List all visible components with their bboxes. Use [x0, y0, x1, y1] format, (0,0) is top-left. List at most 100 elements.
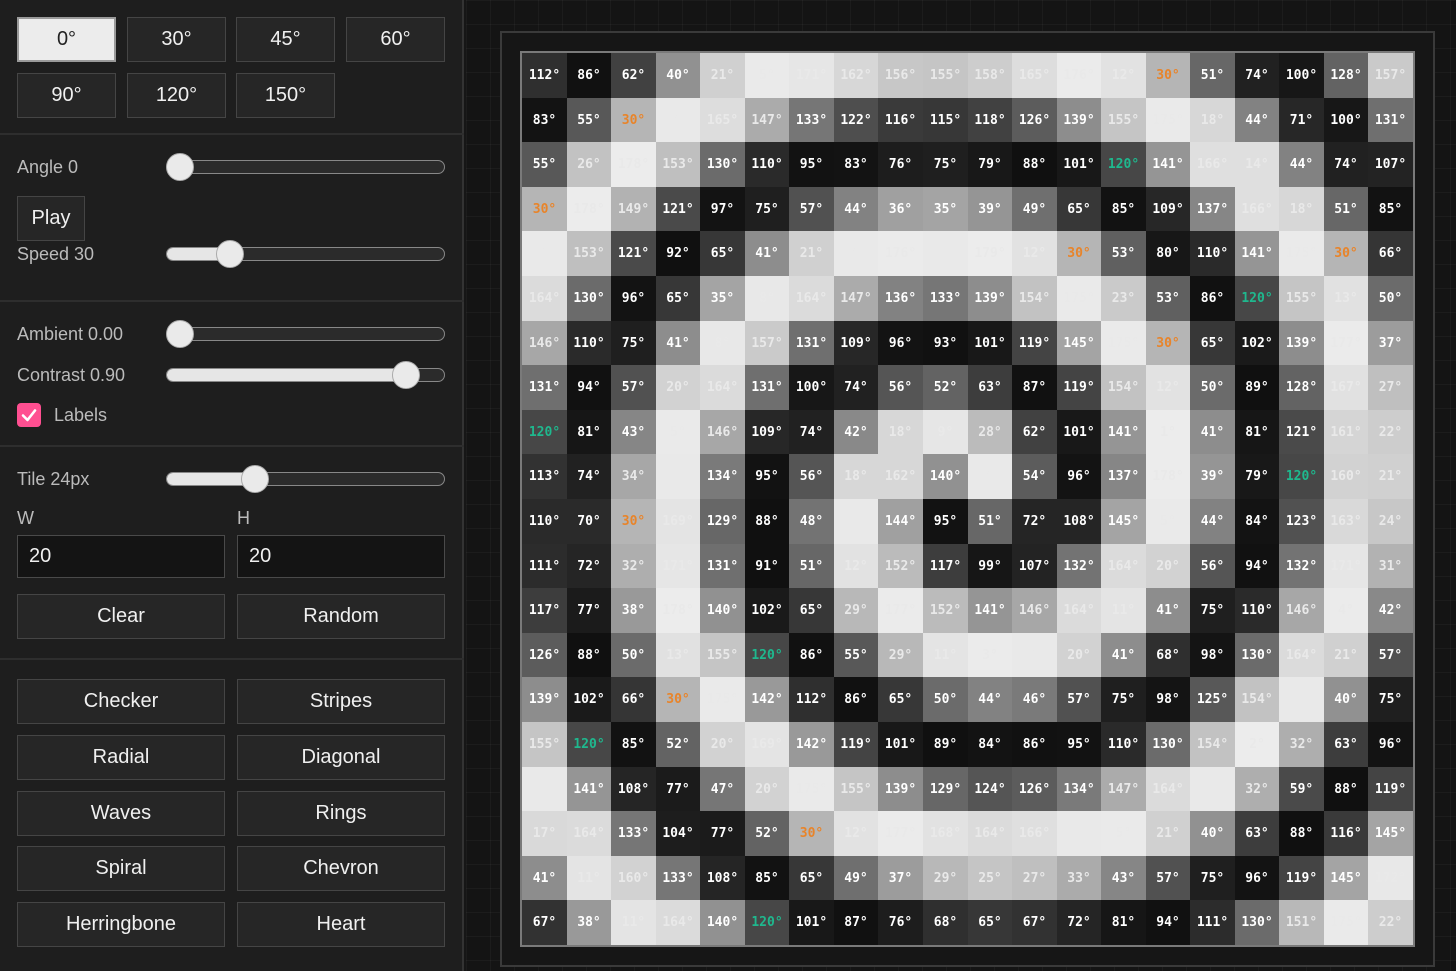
tile-cell[interactable]: 121° — [656, 187, 700, 231]
tile-cell[interactable]: 141° — [1235, 231, 1279, 276]
tile-cell[interactable]: 141° — [567, 767, 611, 811]
tile-cell[interactable]: 51° — [789, 544, 834, 588]
tile-cell[interactable]: 157° — [1368, 53, 1413, 98]
tile-cell[interactable]: 50° — [1190, 365, 1235, 410]
tile-cell[interactable]: 98° — [1146, 677, 1190, 722]
tile-cell[interactable]: 51° — [1324, 187, 1368, 231]
tile-cell[interactable]: 134° — [700, 454, 745, 499]
tile-cell[interactable]: 177° — [1324, 321, 1368, 365]
ambient-slider-track[interactable] — [166, 327, 445, 341]
tile-cell[interactable]: 63° — [1235, 811, 1279, 856]
tile-cell[interactable]: 18° — [834, 454, 878, 499]
tile-cell[interactable]: 122° — [834, 98, 878, 142]
tile-cell[interactable]: 7° — [1279, 677, 1324, 722]
tile-cell[interactable]: 88° — [1012, 142, 1057, 187]
tile-cell[interactable]: 18° — [1279, 187, 1324, 231]
tile-cell[interactable]: 166° — [1190, 142, 1235, 187]
tile-cell[interactable]: 120° — [745, 900, 789, 945]
tile-cell[interactable]: 165° — [1012, 53, 1057, 98]
tile-cell[interactable]: 12° — [1012, 231, 1057, 276]
tile-cell[interactable]: 65° — [1057, 187, 1101, 231]
tile-cell[interactable]: 119° — [1368, 767, 1413, 811]
tile-cell[interactable]: 101° — [878, 722, 923, 767]
tile-cell[interactable]: 168° — [923, 811, 968, 856]
tile-cell[interactable]: 109° — [834, 321, 878, 365]
tile-cell[interactable]: 75° — [1190, 588, 1235, 633]
tile-cell[interactable]: 96° — [611, 276, 656, 321]
tile-cell[interactable]: 133° — [923, 276, 968, 321]
tile-cell[interactable]: 84° — [968, 722, 1012, 767]
tile-cell[interactable]: 50° — [923, 677, 968, 722]
tile-cell[interactable]: 131° — [522, 365, 567, 410]
tile-cell[interactable]: 125° — [1190, 677, 1235, 722]
tile-cell[interactable]: 116° — [878, 98, 923, 142]
tile-cell[interactable]: 87° — [1012, 365, 1057, 410]
tile-cell[interactable]: 110° — [1190, 231, 1235, 276]
tile-cell[interactable]: 41° — [656, 321, 700, 365]
tile-cell[interactable]: 163° — [1324, 499, 1368, 544]
tile-cell[interactable]: 177° — [878, 588, 923, 633]
tile-cell[interactable]: 133° — [656, 856, 700, 900]
tile-cell[interactable]: 32° — [611, 544, 656, 588]
tile-cell[interactable]: 72° — [1057, 900, 1101, 945]
tile-cell[interactable]: 112° — [522, 53, 567, 98]
tile-cell[interactable]: 160° — [1324, 454, 1368, 499]
tile-cell[interactable]: 169° — [745, 722, 789, 767]
tile-cell[interactable]: 166° — [1235, 187, 1279, 231]
tile-cell[interactable]: 46° — [1012, 677, 1057, 722]
tile-cell[interactable]: 86° — [834, 677, 878, 722]
tile-cell[interactable]: 152° — [878, 544, 923, 588]
tile-cell[interactable]: 178° — [656, 588, 700, 633]
tile-cell[interactable]: 21° — [1368, 454, 1413, 499]
tile-cell[interactable]: 174° — [522, 767, 567, 811]
tile-cell[interactable]: 6° — [834, 231, 878, 276]
tile-cell[interactable]: 7° — [834, 499, 878, 544]
angle-preset-button[interactable]: 120° — [127, 73, 226, 118]
tile-cell[interactable]: 147° — [834, 276, 878, 321]
tile-cell[interactable]: 120° — [567, 722, 611, 767]
tile-cell[interactable]: 24° — [1368, 499, 1413, 544]
tile-cell[interactable]: 77° — [567, 588, 611, 633]
tile-cell[interactable]: 164° — [656, 900, 700, 945]
tile-cell[interactable]: 53° — [1146, 276, 1190, 321]
tile-cell[interactable]: 153° — [656, 142, 700, 187]
tile-cell[interactable]: 36° — [878, 187, 923, 231]
tile-cell[interactable]: 117° — [923, 544, 968, 588]
tile-cell[interactable]: 72° — [1012, 499, 1057, 544]
tile-cell[interactable]: 12° — [834, 544, 878, 588]
angle-preset-button[interactable]: 0° — [17, 17, 116, 62]
tile-cell[interactable]: 140° — [700, 900, 745, 945]
tile-cell[interactable]: 132° — [1279, 544, 1324, 588]
tile-cell[interactable]: 74° — [1324, 142, 1368, 187]
tile-cell[interactable]: 154° — [1235, 677, 1279, 722]
tile-cell[interactable]: 83° — [834, 142, 878, 187]
tile-cell[interactable]: 141° — [968, 588, 1012, 633]
tile-cell[interactable]: 109° — [1146, 187, 1190, 231]
tile-cell[interactable]: 22° — [1368, 410, 1413, 454]
tile-cell[interactable]: 126° — [1012, 767, 1057, 811]
tile-cell[interactable]: 35° — [700, 276, 745, 321]
tile-cell[interactable]: 145° — [1101, 499, 1146, 544]
tile-cell[interactable]: 44° — [968, 677, 1012, 722]
tile-cell[interactable]: 164° — [1101, 544, 1146, 588]
tile-cell[interactable]: 11° — [1101, 588, 1146, 633]
pattern-button-heart[interactable]: Heart — [237, 902, 445, 947]
tile-cell[interactable]: 112° — [789, 677, 834, 722]
tile-cell[interactable]: 67° — [1012, 900, 1057, 945]
tile-size-slider-track[interactable] — [166, 472, 445, 486]
tile-cell[interactable]: 14° — [1235, 142, 1279, 187]
tile-cell[interactable]: 80° — [1146, 231, 1190, 276]
tile-cell[interactable]: 68° — [923, 900, 968, 945]
tile-cell[interactable]: 130° — [1146, 722, 1190, 767]
tile-cell[interactable]: 145° — [1368, 811, 1413, 856]
tile-cell[interactable]: 92° — [656, 231, 700, 276]
pattern-button-spiral[interactable]: Spiral — [17, 846, 225, 891]
tile-cell[interactable]: 129° — [923, 767, 968, 811]
tile-cell[interactable]: 71° — [1279, 98, 1324, 142]
tile-cell[interactable]: 162° — [878, 454, 923, 499]
tile-cell[interactable]: 108° — [611, 767, 656, 811]
tile-cell[interactable]: 77° — [700, 811, 745, 856]
tile-cell[interactable]: 51° — [968, 499, 1012, 544]
tile-cell[interactable]: 81° — [567, 410, 611, 454]
tile-cell[interactable]: 49° — [834, 856, 878, 900]
